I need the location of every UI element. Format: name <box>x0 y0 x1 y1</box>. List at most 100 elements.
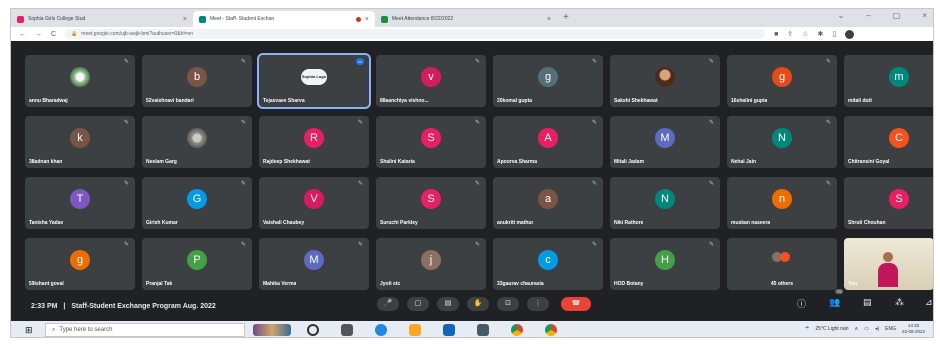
participant-tile[interactable]: Sophia Logo ••• Tejasvaee Sharva <box>257 53 371 109</box>
participant-tile[interactable]: g ✎ 20komal gupta <box>493 55 603 107</box>
language-indicator[interactable]: ENG <box>885 326 896 332</box>
chat-icon[interactable]: ▤ <box>863 297 872 308</box>
browser-tab[interactable]: Meet - Staff- Student Exchan × <box>193 11 375 27</box>
participant-tile[interactable]: n ✎ muskan naseera <box>727 177 837 229</box>
activities-icon[interactable]: ⁂ <box>895 297 904 308</box>
participant-tile[interactable]: ✎ Sakshi Shekhawat <box>610 55 720 107</box>
file-explorer-icon[interactable] <box>409 324 421 336</box>
participant-tile[interactable]: ✎ Neelam Garg <box>142 116 252 168</box>
participant-tile[interactable]: g ✎ 16shalini gupta <box>727 55 837 107</box>
participant-tile[interactable]: G ✎ Girish Kumar <box>142 177 252 229</box>
participant-avatar: G <box>187 189 207 209</box>
participant-name: 59ishant goval <box>29 281 64 287</box>
mic-muted-icon: ✎ <box>123 181 129 187</box>
address-bar[interactable]: 🔒 meet.google.com/ujb-uwjb-bmi?authuser=… <box>65 29 766 39</box>
participant-tile[interactable]: j ✎ Jyoti stc <box>376 238 486 290</box>
more-button[interactable]: ⋮ <box>527 297 549 311</box>
tray-chevron-icon[interactable]: ∧ <box>855 326 859 332</box>
tab-close-icon[interactable]: × <box>183 16 187 23</box>
participant-tile[interactable]: A ✎ Apoorva Sharma <box>493 116 603 168</box>
tab-search-icon[interactable]: ⌄ <box>838 11 845 20</box>
maximize-icon[interactable]: ▢ <box>893 11 901 20</box>
close-icon[interactable]: × <box>922 11 927 20</box>
participant-tile[interactable]: b ✎ 52vaishnavi bandari <box>142 55 252 107</box>
participant-tile[interactable]: N ✎ Nehal Jain <box>727 116 837 168</box>
participant-name: Rajdeep Shekhawat <box>263 159 310 165</box>
host-icon[interactable]: ⊿ <box>925 297 933 308</box>
sidepanel-icon[interactable]: ▯ <box>832 30 836 38</box>
weather-icon[interactable]: ☂ <box>805 326 809 332</box>
new-tab-button[interactable]: + <box>563 11 569 27</box>
forward-icon[interactable]: → <box>35 31 42 38</box>
participant-name: Mahika Verma <box>263 281 297 287</box>
participant-tile[interactable]: M ✎ Mahika Verma <box>259 238 369 290</box>
raise-hand-button[interactable]: ✋ <box>467 297 489 311</box>
participant-tile[interactable]: N ✎ Niki Rathore <box>610 177 720 229</box>
camera-button[interactable]: ▢ <box>407 297 429 311</box>
people-icon[interactable]: 👥 79 <box>829 289 844 308</box>
mic-muted-icon: ✎ <box>708 59 714 65</box>
mic-muted-icon: ✎ <box>357 242 363 248</box>
present-button[interactable]: ⊡ <box>497 297 519 311</box>
participant-tile[interactable]: S✎Shruti Chouhan <box>844 177 933 229</box>
participant-tile[interactable]: T ✎ Tanisha Yadav <box>25 177 135 229</box>
host-glyph: ⊿ <box>925 297 933 307</box>
chrome-icon-2[interactable] <box>545 324 557 336</box>
participant-name: muskan naseera <box>731 220 771 226</box>
browser-tab[interactable]: Sophia Girls College Stud × <box>11 11 193 27</box>
camera-indicator-icon[interactable]: ■ <box>774 31 778 38</box>
participant-tile[interactable]: m✎mitali dutt <box>844 55 933 107</box>
tab-close-icon[interactable]: × <box>547 16 551 23</box>
camera-icon: ▢ <box>414 300 422 307</box>
browser-window: Sophia Girls College Stud × Meet - Staff- … <box>10 8 934 338</box>
taskbar-search-box[interactable]: ⌕ Type here to search <box>45 323 245 337</box>
windows-start-icon[interactable]: ⊞ <box>25 325 33 336</box>
profile-avatar[interactable] <box>845 29 855 39</box>
participant-avatar: g <box>70 250 90 270</box>
participant-tile[interactable]: g ✎ 59ishant goval <box>25 238 135 290</box>
extensions-icon[interactable]: ✱ <box>817 30 823 38</box>
participant-tile[interactable]: M ✎ Mitali Jadam <box>610 116 720 168</box>
task-view-icon[interactable] <box>341 324 353 336</box>
reload-icon[interactable]: C <box>51 31 56 38</box>
taskbar-app-thumbnail[interactable] <box>253 324 291 336</box>
cortana-icon[interactable] <box>307 324 319 336</box>
minimize-icon[interactable]: – <box>866 11 870 20</box>
info-icon[interactable]: ⓘ <box>797 297 806 310</box>
others-tile[interactable]: 45 others <box>727 238 837 290</box>
mic-muted-icon: ✎ <box>825 59 831 65</box>
tab-close-icon[interactable]: × <box>365 16 369 23</box>
volume-icon[interactable]: ◂) <box>875 326 879 332</box>
participant-tile[interactable]: a ✎ anukriti mathur <box>493 177 603 229</box>
chrome-icon[interactable] <box>511 324 523 336</box>
participant-tile[interactable]: S ✎ Shalini Kataria <box>376 116 486 168</box>
participant-tile[interactable]: P ✎ Pranjal Tak <box>142 238 252 290</box>
weather-text[interactable]: 25°C Light rain <box>815 326 848 332</box>
leave-button[interactable]: ☎ <box>561 297 591 311</box>
browser-tab[interactable]: Meet Attendance 8/22/2022 × <box>375 11 557 27</box>
self-view-tile[interactable]: You <box>844 238 933 290</box>
participant-tile[interactable]: H ✎ HOD Botany <box>610 238 720 290</box>
participant-tile[interactable]: V ✎ Vaishali Chaubey <box>259 177 369 229</box>
network-icon[interactable]: ▭ <box>864 326 869 332</box>
back-icon[interactable]: ← <box>19 31 26 38</box>
participant-tile[interactable]: C✎Chitransini Goyal <box>844 116 933 168</box>
mic-muted-icon: ✎ <box>240 120 246 126</box>
store-icon[interactable] <box>443 324 455 336</box>
edge-browser-icon[interactable] <box>375 324 387 336</box>
participant-tile[interactable]: v ✎ 88aanchiya vishno... <box>376 55 486 107</box>
captions-button[interactable]: ▤ <box>437 297 459 311</box>
tab-strip: Sophia Girls College Stud × Meet - Staff- … <box>11 9 933 27</box>
mic-button[interactable]: 🎤 <box>377 297 399 311</box>
participant-tile[interactable]: c ✎ 33gaurav chaurasia <box>493 238 603 290</box>
mic-muted-icon: ✎ <box>123 242 129 248</box>
more-options-icon: ⋮ <box>534 300 542 307</box>
taskbar-clock[interactable]: 14:33 22-08-2022 <box>902 323 925 335</box>
share-icon[interactable]: ⇪ <box>787 30 793 38</box>
participant-tile[interactable]: k ✎ 38adnan khan <box>25 116 135 168</box>
bookmark-star-icon[interactable]: ☆ <box>802 30 808 38</box>
participant-tile[interactable]: S ✎ Suruchi Parkley <box>376 177 486 229</box>
photos-icon[interactable] <box>477 324 489 336</box>
participant-tile[interactable]: R ✎ Rajdeep Shekhawat <box>259 116 369 168</box>
participant-tile[interactable]: ✎ annu Bharadwaj <box>25 55 135 107</box>
